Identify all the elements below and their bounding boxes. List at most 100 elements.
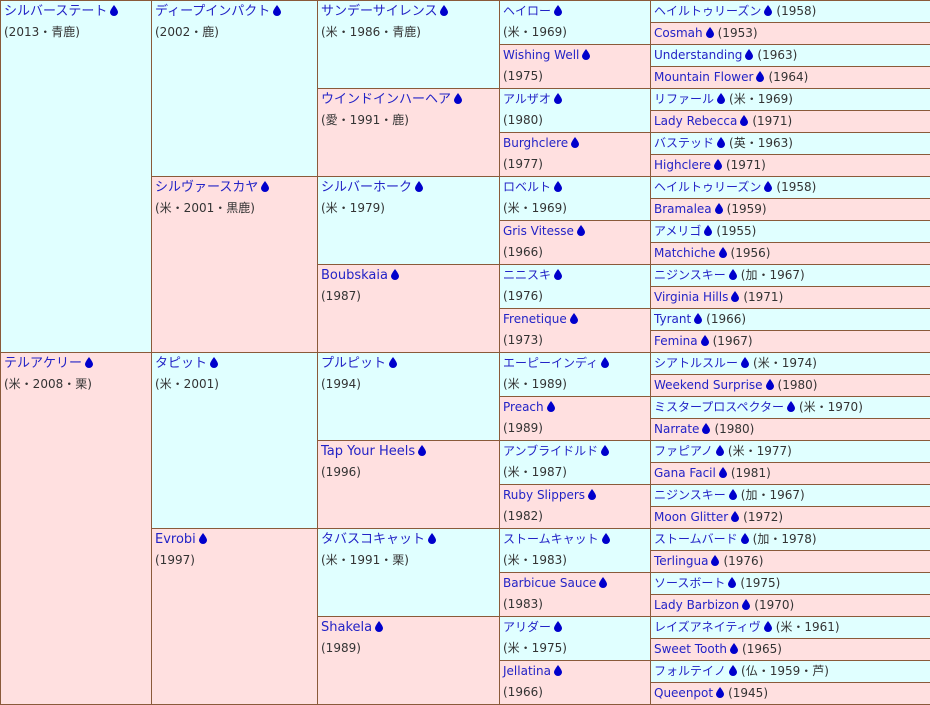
water-drop-icon[interactable] xyxy=(391,269,399,280)
water-drop-icon[interactable] xyxy=(717,137,725,148)
water-drop-icon[interactable] xyxy=(601,357,609,368)
horse-name-link[interactable]: Ruby Slippers xyxy=(503,488,585,502)
horse-name-link[interactable]: Tap Your Heels xyxy=(321,444,415,459)
water-drop-icon[interactable] xyxy=(745,49,753,60)
horse-name-link[interactable]: Tyrant xyxy=(654,312,691,326)
water-drop-icon[interactable] xyxy=(210,357,218,368)
horse-name-link[interactable]: タピット xyxy=(155,356,207,371)
horse-name-link[interactable]: ヘイルトゥリーズン xyxy=(654,180,761,194)
horse-name-link[interactable]: レイズアネイティヴ xyxy=(654,620,761,634)
water-drop-icon[interactable] xyxy=(764,181,772,192)
water-drop-icon[interactable] xyxy=(554,181,562,192)
water-drop-icon[interactable] xyxy=(716,445,724,456)
water-drop-icon[interactable] xyxy=(554,5,562,16)
water-drop-icon[interactable] xyxy=(742,599,750,610)
horse-name-link[interactable]: シアトルスルー xyxy=(654,356,738,370)
horse-name-link[interactable]: Burghclere xyxy=(503,136,568,150)
horse-name-link[interactable]: Shakela xyxy=(321,620,372,635)
water-drop-icon[interactable] xyxy=(582,49,590,60)
water-drop-icon[interactable] xyxy=(418,445,426,456)
water-drop-icon[interactable] xyxy=(729,489,737,500)
water-drop-icon[interactable] xyxy=(764,621,772,632)
water-drop-icon[interactable] xyxy=(729,665,737,676)
water-drop-icon[interactable] xyxy=(570,313,578,324)
horse-name-link[interactable]: Sweet Tooth xyxy=(654,642,727,656)
horse-name-link[interactable]: Bramalea xyxy=(654,202,712,216)
water-drop-icon[interactable] xyxy=(740,115,748,126)
horse-name-link[interactable]: Moon Glitter xyxy=(654,510,728,524)
water-drop-icon[interactable] xyxy=(704,225,712,236)
horse-name-link[interactable]: ファピアノ xyxy=(654,444,713,458)
horse-name-link[interactable]: シルバーホーク xyxy=(321,180,412,195)
water-drop-icon[interactable] xyxy=(764,5,772,16)
horse-name-link[interactable]: アメリゴ xyxy=(654,224,701,238)
water-drop-icon[interactable] xyxy=(273,5,281,16)
water-drop-icon[interactable] xyxy=(741,357,749,368)
water-drop-icon[interactable] xyxy=(440,5,448,16)
water-drop-icon[interactable] xyxy=(706,27,714,38)
water-drop-icon[interactable] xyxy=(715,203,723,214)
horse-name-link[interactable]: バステッド xyxy=(654,136,714,150)
horse-name-link[interactable]: Preach xyxy=(503,400,544,414)
water-drop-icon[interactable] xyxy=(711,555,719,566)
horse-name-link[interactable]: ニジンスキー xyxy=(654,488,726,502)
water-drop-icon[interactable] xyxy=(261,181,269,192)
horse-name-link[interactable]: Highclere xyxy=(654,158,711,172)
water-drop-icon[interactable] xyxy=(717,93,725,104)
water-drop-icon[interactable] xyxy=(714,159,722,170)
water-drop-icon[interactable] xyxy=(110,5,118,16)
horse-name-link[interactable]: Evrobi xyxy=(155,532,196,547)
horse-name-link[interactable]: ディープインパクト xyxy=(155,4,270,19)
horse-name-link[interactable]: ストームバード xyxy=(654,532,738,546)
water-drop-icon[interactable] xyxy=(554,665,562,676)
water-drop-icon[interactable] xyxy=(599,577,607,588)
horse-name-link[interactable]: Jellatina xyxy=(503,664,551,678)
horse-name-link[interactable]: シルヴァースカヤ xyxy=(155,180,258,195)
horse-name-link[interactable]: ヘイルトゥリーズン xyxy=(654,4,761,18)
horse-name-link[interactable]: リファール xyxy=(654,92,714,106)
water-drop-icon[interactable] xyxy=(554,269,562,280)
horse-name-link[interactable]: Gana Facil xyxy=(654,466,716,480)
horse-name-link[interactable]: Matchiche xyxy=(654,246,716,260)
water-drop-icon[interactable] xyxy=(787,401,795,412)
horse-name-link[interactable]: プルピット xyxy=(321,356,386,371)
horse-name-link[interactable]: ミスタープロスペクター xyxy=(654,400,784,414)
horse-name-link[interactable]: タバスコキャット xyxy=(321,532,425,547)
water-drop-icon[interactable] xyxy=(729,269,737,280)
water-drop-icon[interactable] xyxy=(389,357,397,368)
horse-name-link[interactable]: ヘイロー xyxy=(503,4,551,18)
water-drop-icon[interactable] xyxy=(719,467,727,478)
horse-name-link[interactable]: ニニスキ xyxy=(503,268,551,282)
water-drop-icon[interactable] xyxy=(571,137,579,148)
water-drop-icon[interactable] xyxy=(85,357,93,368)
water-drop-icon[interactable] xyxy=(601,445,609,456)
horse-name-link[interactable]: Weekend Surprise xyxy=(654,378,763,392)
horse-name-link[interactable]: ストームキャット xyxy=(503,532,599,546)
horse-name-link[interactable]: Lady Barbizon xyxy=(654,598,739,612)
water-drop-icon[interactable] xyxy=(454,93,462,104)
horse-name-link[interactable]: Frenetique xyxy=(503,312,567,326)
horse-name-link[interactable]: テルアケリー xyxy=(4,356,82,371)
water-drop-icon[interactable] xyxy=(728,577,736,588)
horse-name-link[interactable]: アンブライドルド xyxy=(503,444,598,458)
horse-name-link[interactable]: ロベルト xyxy=(503,180,551,194)
water-drop-icon[interactable] xyxy=(199,533,207,544)
water-drop-icon[interactable] xyxy=(731,291,739,302)
water-drop-icon[interactable] xyxy=(719,247,727,258)
horse-name-link[interactable]: ウインドインハーヘア xyxy=(321,92,451,107)
water-drop-icon[interactable] xyxy=(694,313,702,324)
horse-name-link[interactable]: Virginia Hills xyxy=(654,290,728,304)
water-drop-icon[interactable] xyxy=(701,335,709,346)
water-drop-icon[interactable] xyxy=(375,621,383,632)
water-drop-icon[interactable] xyxy=(756,71,764,82)
water-drop-icon[interactable] xyxy=(730,643,738,654)
horse-name-link[interactable]: Narrate xyxy=(654,422,699,436)
horse-name-link[interactable]: Lady Rebecca xyxy=(654,114,737,128)
water-drop-icon[interactable] xyxy=(716,687,724,698)
horse-name-link[interactable]: アルザオ xyxy=(503,92,551,106)
horse-name-link[interactable]: Understanding xyxy=(654,48,742,62)
horse-name-link[interactable]: シルバーステート xyxy=(4,4,107,19)
water-drop-icon[interactable] xyxy=(428,533,436,544)
water-drop-icon[interactable] xyxy=(731,511,739,522)
horse-name-link[interactable]: フォルテイノ xyxy=(654,664,726,678)
